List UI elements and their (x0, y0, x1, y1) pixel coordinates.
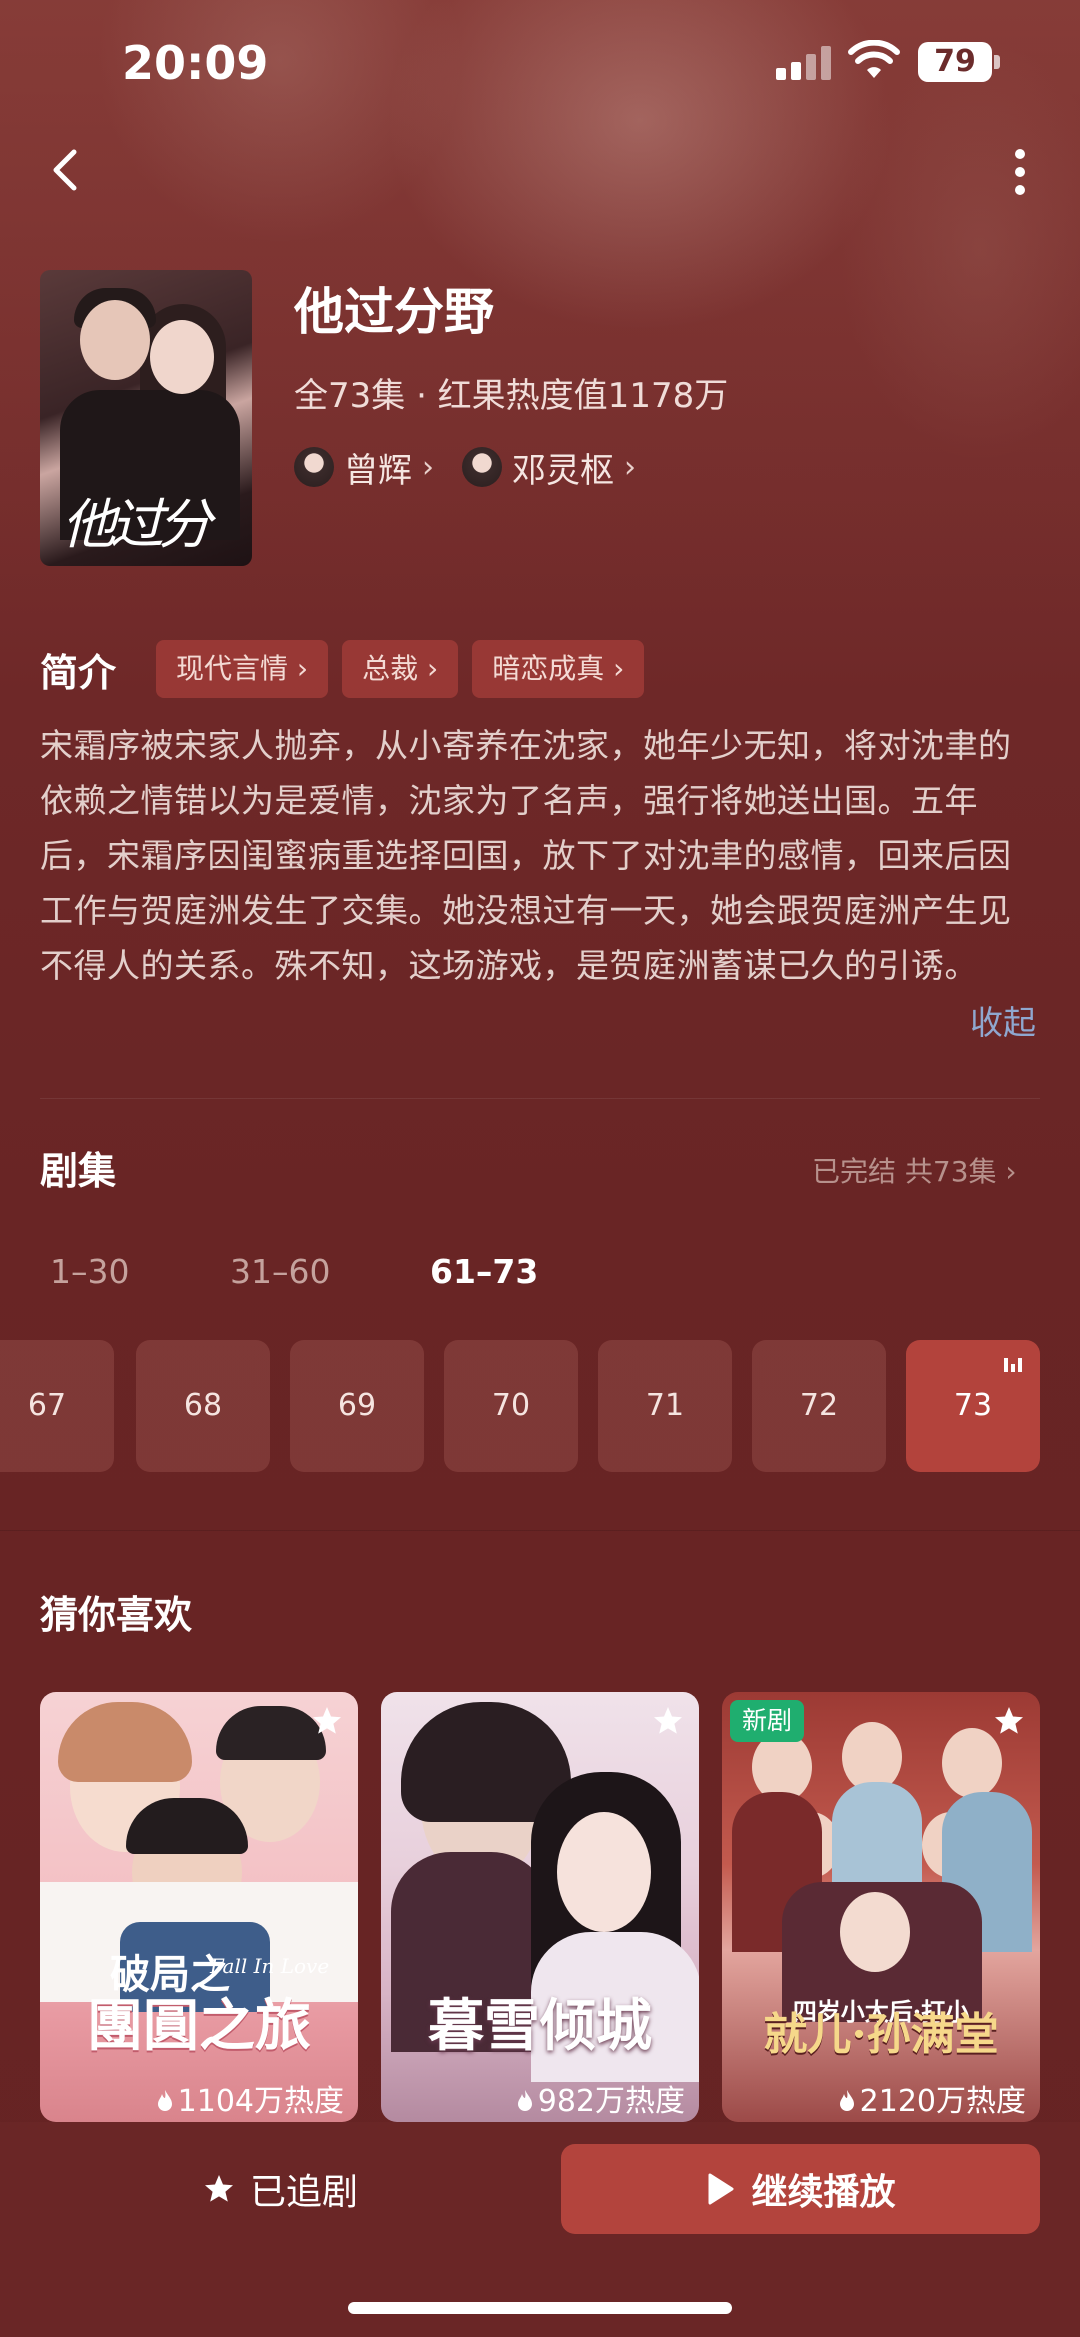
cover-english-title: Fall In Love (210, 1954, 330, 1978)
cover-title: 團圓之旅 (87, 1993, 311, 2059)
heat-count: 2120万热度 (722, 2076, 1040, 2120)
cover-title: 暮雪倾城 (428, 1993, 652, 2059)
flame-icon (157, 2090, 172, 2111)
genre-tag[interactable]: 现代言情 › (156, 640, 329, 698)
section-divider (0, 1530, 1080, 1531)
chevron-right-icon: › (624, 449, 636, 485)
episode-row: 67 68 69 70 71 72 73 (0, 1340, 1080, 1472)
signal-icon (776, 44, 834, 80)
continue-play-button[interactable]: 继续播放 (561, 2144, 1040, 2234)
episode-button[interactable]: 70 (444, 1340, 578, 1472)
heat-count: 1104万热度 (40, 2076, 358, 2120)
episode-button[interactable]: 68 (136, 1340, 270, 1472)
play-label: 继续播放 (751, 2172, 896, 2213)
heat-count: 982万热度 (381, 2076, 699, 2120)
new-badge: 新剧 (730, 1700, 805, 1742)
genre-tag[interactable]: 总裁 › (342, 640, 459, 698)
playing-icon (1004, 1354, 1024, 1372)
poster-title: 他过分野 (62, 493, 212, 556)
episode-button[interactable]: 69 (290, 1340, 424, 1472)
battery-icon: 79 (918, 42, 1000, 82)
home-indicator[interactable] (348, 2302, 732, 2314)
show-title: 他过分野 (294, 283, 494, 341)
range-tab-1-30[interactable]: 1–30 (50, 1252, 130, 1291)
intro-title: 简介 (40, 650, 117, 695)
recommend-card[interactable]: 四岁小太后·打小 就儿·孙满堂 新剧 2120万热度 (722, 1692, 1040, 2122)
intro-header: 简介 现代言情 › 总裁 › 暗恋成真 › (40, 640, 658, 698)
wifi-icon (848, 40, 900, 78)
divider (40, 1098, 1040, 1099)
collapse-link[interactable]: 收起 (970, 996, 1036, 1044)
episodes-status-link[interactable]: 已完结 共73集 › (812, 1150, 1017, 1190)
episode-button[interactable]: 72 (752, 1340, 886, 1472)
recommend-card[interactable]: 破局之 Fall In Love 團圓之旅 1104万热度 (40, 1692, 358, 2122)
flame-icon (839, 2090, 854, 2111)
cast-item[interactable]: 邓灵枢 › (462, 443, 636, 492)
cover-title: 就儿·孙满堂 (763, 2009, 999, 2060)
recommend-card[interactable]: 暮雪倾城 982万热度 (381, 1692, 699, 2122)
range-tab-61-73[interactable]: 61–73 (430, 1252, 538, 1291)
cast-name: 曾辉 (344, 450, 412, 491)
avatar (294, 447, 334, 487)
star-icon[interactable] (992, 1704, 1026, 1738)
heat-text: 982万热度 (537, 2084, 685, 2119)
cast-item[interactable]: 曾辉 › (294, 443, 434, 492)
cast-list: 曾辉 › 邓灵枢 › (294, 442, 636, 492)
heat-text: 2120万热度 (859, 2084, 1026, 2119)
episode-button[interactable]: 67 (0, 1340, 114, 1472)
drama-detail-page: 20:09 79 他过分野 他过分野 全73集 · (0, 0, 1080, 2337)
follow-label: 已追剧 (249, 2172, 358, 2213)
star-icon (204, 2175, 233, 2202)
status-time: 20:09 (122, 36, 269, 90)
follow-button[interactable]: 已追剧 (40, 2144, 520, 2234)
show-poster[interactable]: 他过分野 (40, 270, 252, 566)
range-tab-31-60[interactable]: 31–60 (230, 1252, 330, 1291)
chevron-right-icon: › (422, 449, 434, 485)
episode-button-current[interactable]: 73 (906, 1340, 1040, 1472)
cast-name: 邓灵枢 (512, 450, 614, 491)
show-meta: 全73集 · 红果热度值1178万 (294, 376, 729, 416)
status-bar: 20:09 79 (0, 0, 1080, 130)
episode-number: 73 (953, 1388, 993, 1423)
recommend-title: 猜你喜欢 (40, 1593, 193, 1637)
flame-icon (517, 2090, 532, 2111)
back-icon[interactable] (40, 140, 90, 200)
episodes-title: 剧集 (40, 1149, 117, 1193)
more-icon[interactable] (1000, 142, 1040, 202)
episode-button[interactable]: 71 (598, 1340, 732, 1472)
avatar (462, 447, 502, 487)
heat-text: 1104万热度 (177, 2084, 344, 2119)
battery-level: 79 (918, 42, 992, 82)
synopsis-text: 宋霜序被宋家人抛弃，从小寄养在沈家，她年少无知，将对沈聿的依赖之情错以为是爱情，… (40, 726, 1012, 985)
star-icon[interactable] (310, 1704, 344, 1738)
play-icon (708, 2173, 734, 2205)
star-icon[interactable] (651, 1704, 685, 1738)
genre-tag[interactable]: 暗恋成真 › (472, 640, 645, 698)
